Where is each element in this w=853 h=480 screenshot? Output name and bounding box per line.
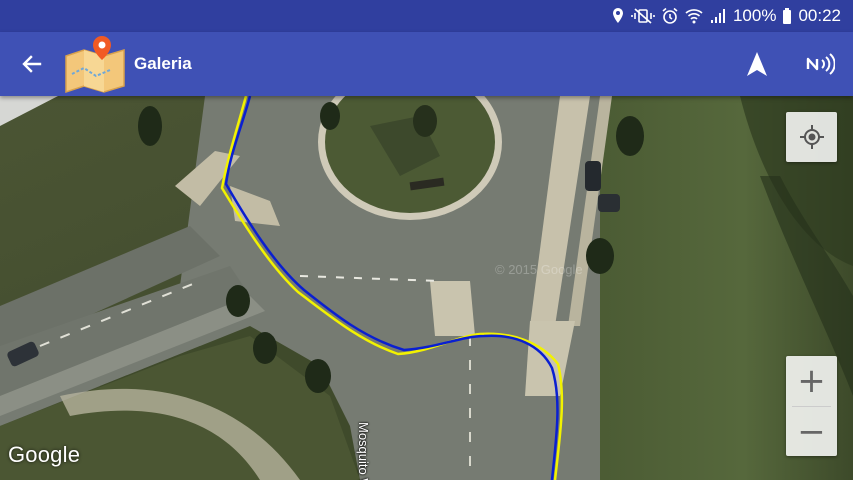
nfc-button[interactable] [800, 46, 840, 82]
my-location-icon [799, 125, 824, 149]
satellite-map[interactable]: © 2015 Google Mosquito Way Google + − [0, 96, 853, 480]
map-compass-corner [0, 96, 58, 126]
vibrate-mute-icon [631, 8, 655, 24]
clock: 00:22 [798, 6, 841, 25]
google-attribution: Google [8, 442, 81, 467]
status-icons: 100% 00:22 [611, 0, 841, 32]
app-bar: Galeria [0, 32, 853, 96]
battery-percent: 100% [732, 6, 777, 25]
navigate-button[interactable] [740, 46, 774, 82]
location-icon [612, 8, 623, 23]
navigation-arrow-icon [747, 52, 767, 76]
back-arrow-icon [22, 55, 42, 73]
alarm-icon [662, 7, 678, 24]
battery-icon [783, 8, 792, 24]
signal-icon [710, 9, 725, 23]
map-imagery: © 2015 Google [0, 96, 853, 480]
back-button[interactable] [14, 48, 50, 80]
status-bar: 100% 00:22 [0, 0, 853, 32]
app-map-logo [65, 36, 125, 94]
nfc-icon [806, 53, 835, 75]
svg-text:© 2015 Google: © 2015 Google [495, 262, 583, 277]
wifi-icon [685, 9, 703, 24]
zoom-in-button[interactable]: + [786, 356, 837, 406]
street-label: Mosquito Way [356, 422, 371, 480]
my-location-button[interactable] [786, 112, 837, 162]
app-title: Galeria [134, 54, 192, 73]
zoom-out-button[interactable]: − [786, 407, 837, 457]
zoom-controls: + − [786, 356, 837, 456]
